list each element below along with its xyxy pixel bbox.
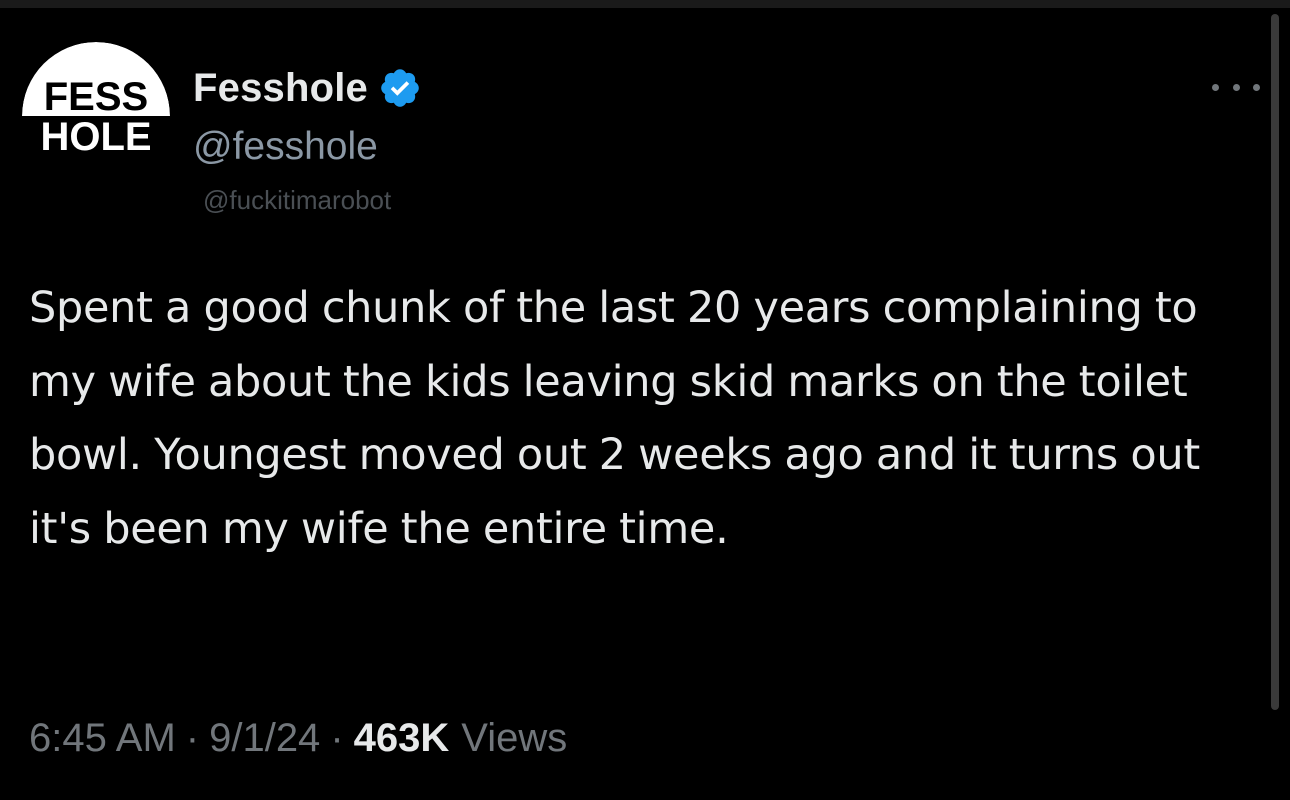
meta-separator: ·: [330, 715, 344, 760]
tweet-meta: 6:45 AM · 9/1/24 · 463K Views: [29, 712, 567, 764]
more-dot: [1253, 83, 1260, 91]
tweet-date[interactable]: 9/1/24: [209, 716, 320, 761]
meta-separator: ·: [185, 715, 200, 760]
user-handle[interactable]: @fesshole: [193, 122, 378, 172]
watermark-text: @fuckitimarobot: [203, 185, 392, 215]
top-edge: [0, 0, 1290, 8]
more-dot: [1212, 83, 1219, 91]
more-dot: [1232, 83, 1240, 91]
avatar-line1: FESS: [44, 75, 148, 119]
views-count[interactable]: 463K: [354, 716, 450, 761]
verified-badge-icon[interactable]: [378, 66, 422, 110]
fesshole-logo-icon: FESS HOLE: [22, 42, 170, 190]
more-options-icon[interactable]: [1212, 72, 1260, 102]
display-name[interactable]: Fesshole: [193, 66, 368, 111]
scrollbar[interactable]: [1271, 14, 1279, 710]
avatar[interactable]: FESS HOLE: [22, 42, 170, 190]
avatar-line2: HOLE: [40, 115, 151, 159]
views-label: Views: [461, 715, 568, 760]
display-name-row: Fesshole: [193, 62, 422, 114]
tweet-screenshot: FESS HOLE Fesshole @fesshole @fuckitimar…: [0, 0, 1290, 800]
tweet-time[interactable]: 6:45 AM: [29, 716, 176, 761]
tweet-text: Spent a good chunk of the last 20 years …: [29, 283, 1200, 554]
